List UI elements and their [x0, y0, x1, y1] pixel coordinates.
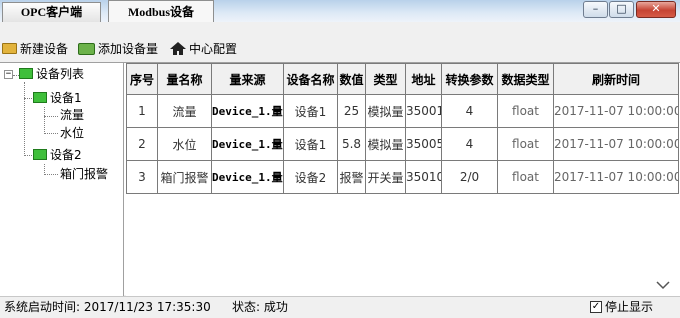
cell-name[interactable]: 水位 — [157, 127, 212, 161]
add-variable-icon — [78, 42, 95, 55]
table-row[interactable]: 3 箱门报警 Device_1.量3 设备2 报警 开关量 35010 2/0 … — [126, 160, 679, 194]
device-tree[interactable]: − 设备列表 设备1 流量 水位 设备2 箱门报警 — [0, 63, 124, 296]
tree-variable-flow[interactable]: 流量 — [60, 107, 84, 124]
data-grid[interactable]: 序号 量名称 量来源 设备名称 数值 类型 地址 转换参数 数据类型 刷新时间 … — [126, 63, 679, 194]
col-header-address[interactable]: 地址 — [405, 63, 442, 95]
col-header-refresh-time[interactable]: 刷新时间 — [553, 63, 679, 95]
stop-display-checkbox[interactable]: ✓ 停止显示 — [590, 297, 653, 317]
col-header-source[interactable]: 量来源 — [211, 63, 284, 95]
cell-data-type[interactable]: float — [497, 160, 554, 194]
stop-display-label: 停止显示 — [605, 300, 654, 314]
tree-variable-level[interactable]: 水位 — [60, 125, 84, 142]
tree-root-node[interactable]: 设备列表 — [19, 66, 84, 83]
status-bar: 系统启动时间: 2017/11/23 17:35:30 状态: 成功 ✓ 停止显示 — [0, 296, 680, 318]
tree-device-1[interactable]: 设备1 — [33, 90, 82, 107]
checkbox-checked-icon[interactable]: ✓ — [590, 300, 602, 313]
grid-header-row: 序号 量名称 量来源 设备名称 数值 类型 地址 转换参数 数据类型 刷新时间 — [126, 63, 679, 95]
col-header-data-type[interactable]: 数据类型 — [497, 63, 554, 95]
cell-refresh-time[interactable]: 2017-11-07 10:00:00 — [553, 160, 679, 194]
tree-device-1-label: 设备1 — [50, 91, 82, 105]
cell-index[interactable]: 1 — [126, 94, 158, 128]
cell-type[interactable]: 模拟量 — [365, 94, 406, 128]
cell-type[interactable]: 开关量 — [365, 160, 406, 194]
cell-value[interactable]: 5.8 — [337, 127, 366, 161]
status-text: 状态: 成功 — [232, 300, 288, 314]
home-icon — [170, 42, 186, 55]
cell-conversion[interactable]: 4 — [441, 127, 498, 161]
cell-data-type[interactable]: float — [497, 94, 554, 128]
table-row[interactable]: 2 水位 Device_1.量2 设备1 5.8 模拟量 35005 4 flo… — [126, 127, 679, 161]
device-folder-icon — [33, 92, 47, 103]
new-device-label: 新建设备 — [20, 42, 69, 56]
cell-refresh-time[interactable]: 2017-11-07 10:00:00 — [553, 127, 679, 161]
center-config-label: 中心配置 — [189, 42, 238, 56]
main-frame: − 设备列表 设备1 流量 水位 设备2 箱门报警 序号 量名称 量来源 设备名… — [0, 62, 680, 296]
cell-source[interactable]: Device_1.量3 — [211, 160, 284, 194]
cell-address[interactable]: 35005 — [405, 127, 442, 161]
data-grid-panel: 序号 量名称 量来源 设备名称 数值 类型 地址 转换参数 数据类型 刷新时间 … — [126, 63, 680, 296]
tree-device-2[interactable]: 设备2 — [33, 147, 82, 164]
chevron-down-icon[interactable] — [656, 278, 670, 292]
cell-source[interactable]: Device_1.量2 — [211, 127, 284, 161]
table-row[interactable]: 1 流量 Device_1.量1 设备1 25 模拟量 35001 4 floa… — [126, 94, 679, 128]
tree-variable-door-alarm[interactable]: 箱门报警 — [60, 166, 108, 183]
tree-root-label: 设备列表 — [36, 67, 85, 81]
title-bar: OPC客户端 Modbus设备 – □ ✕ — [0, 0, 680, 22]
col-header-name[interactable]: 量名称 — [157, 63, 212, 95]
cell-device[interactable]: 设备1 — [283, 94, 338, 128]
add-variable-label: 添加设备量 — [98, 42, 159, 56]
add-variable-button[interactable]: 添加设备量 — [78, 40, 158, 59]
cell-value[interactable]: 报警 — [337, 160, 366, 194]
center-config-button[interactable]: 中心配置 — [170, 40, 237, 59]
col-header-device[interactable]: 设备名称 — [283, 63, 338, 95]
cell-index[interactable]: 3 — [126, 160, 158, 194]
col-header-conversion[interactable]: 转换参数 — [441, 63, 498, 95]
col-header-type[interactable]: 类型 — [365, 63, 406, 95]
cell-device[interactable]: 设备2 — [283, 160, 338, 194]
folder-icon — [2, 43, 17, 54]
close-button[interactable]: ✕ — [636, 1, 676, 18]
col-header-value[interactable]: 数值 — [337, 63, 366, 95]
new-device-button[interactable]: 新建设备 — [2, 40, 68, 59]
cell-source[interactable]: Device_1.量1 — [211, 94, 284, 128]
device-folder-icon — [33, 149, 47, 160]
start-time-text: 系统启动时间: 2017/11/23 17:35:30 — [4, 300, 211, 314]
cell-name[interactable]: 流量 — [157, 94, 212, 128]
cell-type[interactable]: 模拟量 — [365, 127, 406, 161]
cell-conversion[interactable]: 4 — [441, 94, 498, 128]
device-list-icon — [19, 68, 33, 79]
cell-conversion[interactable]: 2/0 — [441, 160, 498, 194]
toolbar: 新建设备 添加设备量 中心配置 — [0, 40, 680, 60]
cell-refresh-time[interactable]: 2017-11-07 10:00:00 — [553, 94, 679, 128]
minimize-button[interactable]: – — [583, 1, 608, 18]
cell-address[interactable]: 35001 — [405, 94, 442, 128]
cell-data-type[interactable]: float — [497, 127, 554, 161]
col-header-index[interactable]: 序号 — [126, 63, 158, 95]
cell-device[interactable]: 设备1 — [283, 127, 338, 161]
maximize-button[interactable]: □ — [609, 1, 634, 18]
tab-modbus-device[interactable]: Modbus设备 — [108, 0, 214, 22]
cell-name[interactable]: 箱门报警 — [157, 160, 212, 194]
tree-device-2-label: 设备2 — [50, 148, 82, 162]
cell-value[interactable]: 25 — [337, 94, 366, 128]
tree-root-expander[interactable]: − — [4, 70, 13, 79]
cell-index[interactable]: 2 — [126, 127, 158, 161]
cell-address[interactable]: 35010 — [405, 160, 442, 194]
tab-opc-client[interactable]: OPC客户端 — [2, 2, 101, 22]
